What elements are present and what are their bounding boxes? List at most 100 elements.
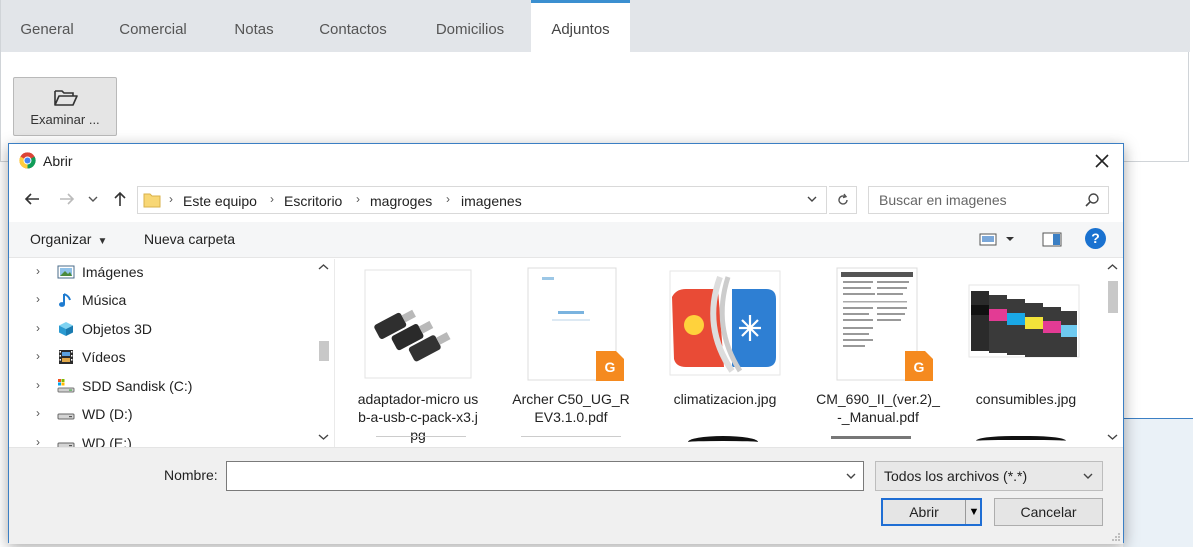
cancelar-button[interactable]: Cancelar bbox=[994, 498, 1103, 526]
abrir-label: Abrir bbox=[909, 504, 939, 520]
folder-icon bbox=[143, 193, 161, 208]
nombre-label: Nombre: bbox=[164, 467, 218, 483]
search-icon[interactable] bbox=[1084, 192, 1100, 208]
drive-icon bbox=[57, 413, 75, 420]
svg-text:G: G bbox=[605, 359, 616, 375]
caret-down-icon: ▼ bbox=[97, 236, 108, 247]
close-icon[interactable] bbox=[1090, 149, 1114, 173]
tree-label: Música bbox=[82, 292, 127, 308]
next-row-file-peek bbox=[831, 436, 911, 447]
breadcrumb-escritorio[interactable]: Escritorio bbox=[284, 193, 342, 209]
expand-chevron-icon[interactable]: › bbox=[36, 264, 40, 278]
nav-scrollbar[interactable] bbox=[315, 259, 332, 447]
tab-adjuntos[interactable]: Adjuntos bbox=[531, 0, 630, 52]
tree-item-wd-d[interactable]: › WD (D:) bbox=[9, 401, 309, 429]
tree-item-sdd-sandisk[interactable]: › SDD Sandisk (C:) bbox=[9, 373, 309, 401]
abrir-button[interactable]: Abrir ▼ bbox=[881, 498, 982, 526]
expand-chevron-icon[interactable]: › bbox=[36, 435, 40, 447]
filename-chevron-down-icon[interactable] bbox=[845, 469, 857, 483]
tree-label: WD (E:) bbox=[82, 435, 132, 447]
help-icon[interactable]: ? bbox=[1085, 228, 1106, 249]
breadcrumb-separator-icon: › bbox=[356, 192, 360, 206]
expand-chevron-icon[interactable]: › bbox=[36, 292, 40, 306]
svg-text:G: G bbox=[914, 359, 925, 375]
files-scrollbar[interactable] bbox=[1104, 259, 1121, 447]
tab-general[interactable]: General bbox=[1, 0, 93, 52]
system-drive-icon bbox=[57, 379, 75, 393]
file-name: CM_690_II_(ver.2)_-_Manual.pdf bbox=[816, 391, 940, 425]
climate-thumb bbox=[669, 270, 781, 376]
address-bar[interactable]: › Este equipo › Escritorio › magroges › … bbox=[137, 186, 827, 214]
scroll-up-icon[interactable] bbox=[1104, 262, 1121, 272]
scroll-down-icon[interactable] bbox=[1104, 432, 1121, 442]
forward-arrow-icon[interactable] bbox=[56, 188, 78, 210]
drive-icon bbox=[57, 442, 75, 447]
refresh-button[interactable] bbox=[829, 186, 857, 214]
navigation-row: › Este equipo › Escritorio › magroges › … bbox=[9, 178, 1123, 222]
ink-cartridges-thumb bbox=[968, 284, 1080, 358]
nueva-carpeta-button[interactable]: Nueva carpeta bbox=[144, 231, 235, 247]
next-row-file-peek bbox=[521, 436, 621, 447]
open-folder-icon bbox=[54, 90, 78, 106]
back-arrow-icon[interactable] bbox=[21, 188, 43, 210]
file-name: Archer C50_UG_REV3.1.0.pdf bbox=[512, 391, 630, 425]
search-input[interactable] bbox=[869, 187, 1074, 213]
recent-chevron-down-icon[interactable] bbox=[86, 188, 100, 210]
dialog-footer: Nombre: Todos los archivos (*.*) Abrir ▼… bbox=[9, 447, 1123, 544]
tree-item-videos[interactable]: › Vídeos bbox=[9, 344, 309, 372]
expand-chevron-icon[interactable]: › bbox=[36, 406, 40, 420]
background-strip bbox=[1123, 418, 1193, 547]
view-options-icon[interactable] bbox=[979, 231, 997, 247]
tab-comercial[interactable]: Comercial bbox=[93, 0, 213, 52]
dialog-titlebar[interactable]: Abrir bbox=[9, 144, 1123, 178]
filename-field[interactable] bbox=[226, 461, 864, 491]
scrollbar-thumb[interactable] bbox=[319, 341, 329, 361]
pictures-folder-icon bbox=[57, 265, 75, 279]
preview-pane-icon[interactable] bbox=[1042, 231, 1062, 247]
resize-grip-icon[interactable] bbox=[1111, 532, 1121, 542]
file-type-chevron-down-icon[interactable] bbox=[1082, 469, 1094, 483]
breadcrumb-magroges[interactable]: magroges bbox=[370, 193, 432, 209]
tree-label: Vídeos bbox=[82, 349, 126, 365]
expand-chevron-icon[interactable]: › bbox=[36, 321, 40, 335]
dialog-title: Abrir bbox=[43, 153, 73, 169]
up-arrow-icon[interactable] bbox=[109, 188, 131, 210]
tree-label: SDD Sandisk (C:) bbox=[82, 378, 193, 394]
organizar-menu[interactable]: Organizar ▼ bbox=[30, 231, 107, 247]
expand-chevron-icon[interactable]: › bbox=[36, 378, 40, 392]
file-type-select[interactable]: Todos los archivos (*.*) bbox=[875, 461, 1103, 491]
examinar-label: Examinar ... bbox=[30, 112, 100, 127]
attachments-panel: General Comercial Notas Contactos Domici… bbox=[0, 0, 1190, 162]
next-row-file-peek bbox=[376, 436, 466, 447]
scroll-up-icon[interactable] bbox=[315, 262, 332, 272]
tab-domicilios[interactable]: Domicilios bbox=[411, 0, 529, 52]
search-box[interactable] bbox=[868, 186, 1109, 214]
examinar-button[interactable]: Examinar ... bbox=[13, 77, 117, 136]
scroll-down-icon[interactable] bbox=[315, 432, 332, 442]
address-chevron-down-icon[interactable] bbox=[806, 192, 818, 206]
tree-item-wd-e[interactable]: › WD (E:) bbox=[9, 430, 309, 447]
tree-item-objetos-3d[interactable]: › Objetos 3D bbox=[9, 316, 309, 344]
tab-bar: General Comercial Notas Contactos Domici… bbox=[1, 0, 1190, 52]
breadcrumb-imagenes[interactable]: imagenes bbox=[461, 193, 522, 209]
breadcrumb-este-equipo[interactable]: Este equipo bbox=[183, 193, 257, 209]
organizar-label: Organizar bbox=[30, 231, 92, 247]
tree-label: Objetos 3D bbox=[82, 321, 153, 337]
tab-contactos[interactable]: Contactos bbox=[295, 0, 411, 52]
tree-item-imagenes[interactable]: › Imágenes bbox=[9, 259, 309, 287]
abrir-split-dropdown-icon[interactable]: ▼ bbox=[965, 500, 982, 524]
view-dropdown-icon[interactable] bbox=[1005, 234, 1015, 244]
film-icon bbox=[59, 350, 73, 364]
file-list-pane: adaptador-micro usb-a-usb-c-pack-x3.jpg … bbox=[336, 259, 1123, 447]
breadcrumb-separator-icon: › bbox=[169, 192, 173, 206]
tab-notas[interactable]: Notas bbox=[213, 0, 295, 52]
music-note-icon bbox=[59, 293, 71, 307]
tree-item-musica[interactable]: › Música bbox=[9, 287, 309, 315]
cube-3d-icon bbox=[59, 322, 73, 336]
file-type-value: Todos los archivos (*.*) bbox=[884, 468, 1028, 484]
tree-label: WD (D:) bbox=[82, 406, 133, 422]
pdf-thumb: G bbox=[836, 267, 933, 381]
scrollbar-thumb[interactable] bbox=[1108, 281, 1118, 313]
expand-chevron-icon[interactable]: › bbox=[36, 349, 40, 363]
breadcrumb-separator-icon: › bbox=[446, 192, 450, 206]
